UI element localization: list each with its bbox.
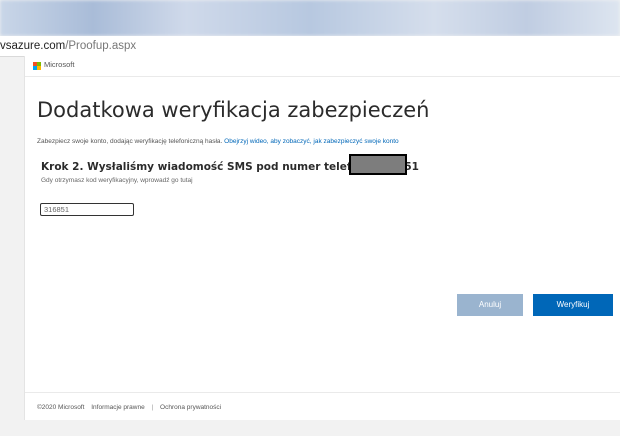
page-footer: ©2020 Microsoft Informacje prawne | Ochr… bbox=[25, 392, 620, 421]
verify-button[interactable]: Weryfikuj bbox=[533, 294, 613, 316]
url-path: /Proofup.aspx bbox=[65, 40, 137, 52]
page-title: Dodatkowa weryfikacja zabezpieczeń bbox=[37, 98, 430, 122]
footer-separator: | bbox=[151, 404, 154, 411]
video-link[interactable]: Obejrzyj wideo, aby zobaczyć, jak zabezp… bbox=[224, 138, 399, 145]
address-bar[interactable]: vsazure.com/Proofup.aspx bbox=[0, 36, 620, 57]
page-description: Zabezpiecz swoje konto, dodając weryfika… bbox=[37, 138, 399, 145]
copyright-text: ©2020 Microsoft bbox=[37, 404, 85, 411]
description-text: Zabezpiecz swoje konto, dodając weryfika… bbox=[37, 138, 223, 145]
page-header: Microsoft bbox=[25, 56, 620, 77]
verification-code-input[interactable] bbox=[40, 203, 134, 216]
code-prompt: Gdy otrzymasz kod weryfikacyjny, wprowad… bbox=[41, 177, 193, 184]
browser-chrome-blurred bbox=[0, 0, 620, 36]
redaction-box bbox=[349, 154, 407, 175]
url-host: vsazure.com bbox=[0, 40, 66, 52]
legal-link[interactable]: Informacje prawne bbox=[91, 404, 144, 411]
brand-name: Microsoft bbox=[44, 60, 75, 69]
microsoft-logo-icon bbox=[33, 62, 41, 70]
page-content: Microsoft Dodatkowa weryfikacja zabezpie… bbox=[24, 56, 620, 420]
privacy-link[interactable]: Ochrona prywatności bbox=[160, 404, 221, 411]
cancel-button[interactable]: Anuluj bbox=[457, 294, 523, 316]
